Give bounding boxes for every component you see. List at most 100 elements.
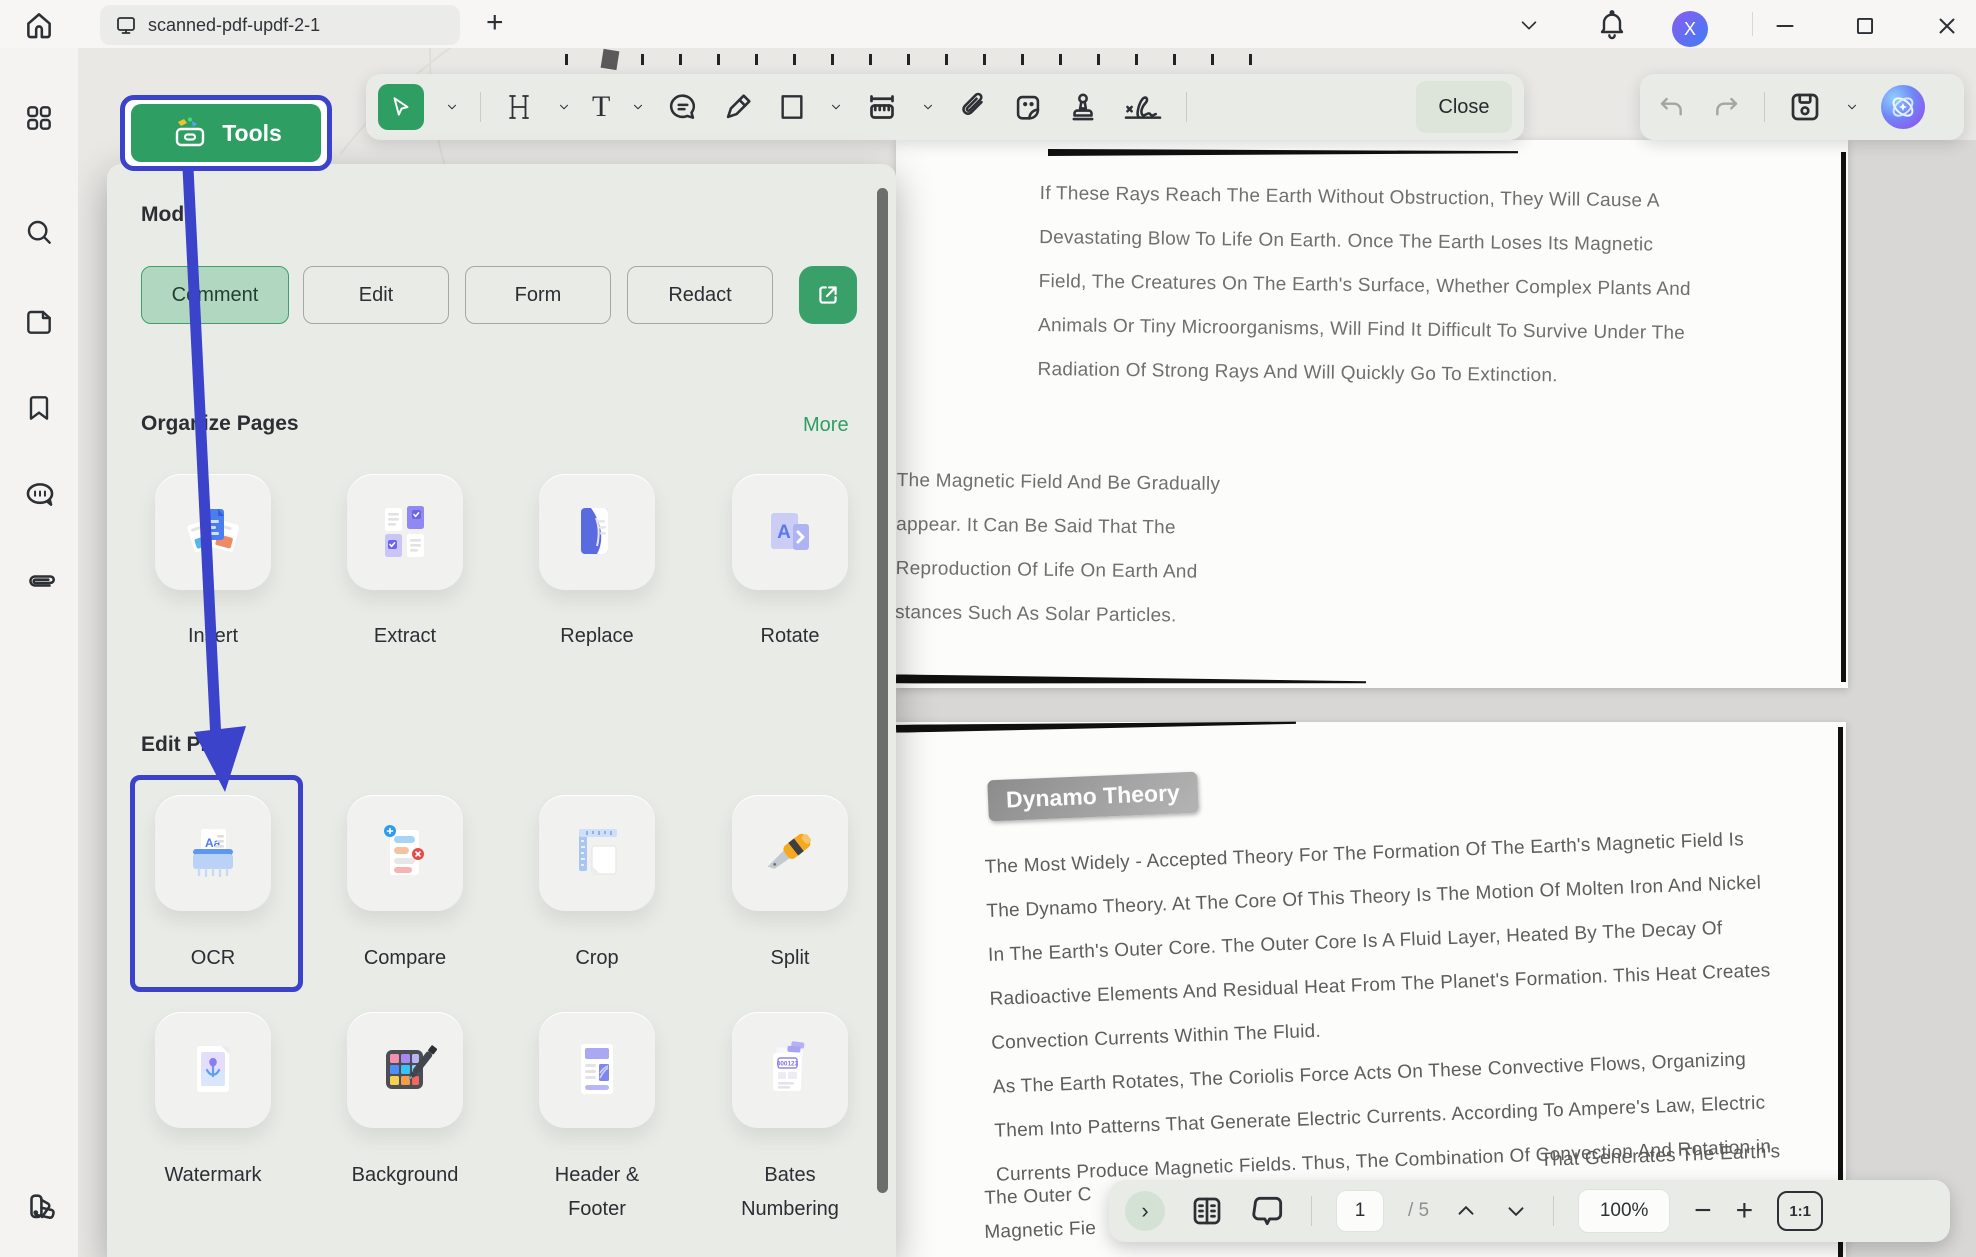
next-page-icon[interactable] [1503, 1198, 1529, 1224]
chevron-down-icon[interactable] [921, 100, 935, 114]
split-icon [758, 821, 822, 885]
organize-section-title: Organize Pages [141, 412, 299, 436]
mode-redact-button[interactable]: Redact [627, 266, 773, 324]
tile-header-footer[interactable] [539, 1012, 655, 1128]
divider [1311, 1196, 1312, 1226]
header-footer-icon [565, 1038, 629, 1102]
heading-tool-button[interactable] [502, 90, 536, 124]
text-tool-button[interactable]: T [592, 90, 610, 124]
mode-section-title: Mode [141, 203, 196, 227]
mode-form-button[interactable]: Form [465, 266, 611, 324]
close-window-icon[interactable] [1934, 13, 1960, 39]
signature-tool-icon[interactable] [1121, 90, 1165, 124]
open-in-new-window-button[interactable] [799, 266, 857, 324]
svg-text:A: A [777, 522, 791, 543]
brand-swatch-icon[interactable] [23, 1190, 57, 1224]
tile-rotate[interactable]: A [732, 474, 848, 590]
comments-icon[interactable] [23, 478, 57, 512]
bookmark-icon[interactable] [23, 392, 55, 424]
shape-tool-icon[interactable] [776, 91, 808, 123]
tile-label: BatesNumbering [712, 1158, 868, 1226]
chevron-down-icon[interactable] [1845, 100, 1859, 114]
previous-page-icon[interactable] [1453, 1198, 1479, 1224]
tools-panel: Mode Comment Edit Form Redact Organize P… [107, 164, 896, 1257]
chevron-down-icon[interactable] [829, 100, 843, 114]
page2-clipped-text: The Outer C [984, 1184, 1092, 1210]
attachments-icon[interactable] [23, 566, 57, 600]
page-number-input[interactable]: 1 [1336, 1190, 1384, 1232]
notification-bell-icon[interactable] [1596, 8, 1628, 40]
chevron-down-icon[interactable] [557, 100, 571, 114]
select-tool-button[interactable] [378, 84, 424, 130]
divider [1752, 12, 1753, 36]
zoom-level-button[interactable]: 100% [1578, 1189, 1670, 1233]
zoom-out-button[interactable]: − [1694, 1194, 1712, 1228]
chevron-down-icon[interactable] [631, 100, 645, 114]
sticker-tool-icon[interactable] [1011, 90, 1045, 124]
tile-label: Background [327, 1158, 483, 1192]
main-toolbar: T Close [366, 74, 1524, 140]
bates-numbering-icon: 000123 [758, 1038, 822, 1102]
tile-label: Replace [519, 619, 675, 653]
mode-comment-button[interactable]: Comment [141, 266, 289, 324]
stamp-tool-icon[interactable] [1066, 90, 1100, 124]
maximize-icon[interactable] [1852, 13, 1878, 39]
compare-icon [373, 821, 437, 885]
tile-label: Watermark [135, 1158, 291, 1192]
close-toolbar-button[interactable]: Close [1416, 81, 1512, 133]
ai-swirl-icon [1888, 92, 1918, 122]
save-icon[interactable] [1787, 89, 1823, 125]
page2-clipped-text: Magnetic Fie [984, 1218, 1097, 1244]
minimize-icon[interactable] [1772, 13, 1798, 39]
chevron-down-icon[interactable] [445, 100, 459, 114]
cursor-arrow-icon [388, 94, 414, 120]
attachment-tool-icon[interactable] [956, 90, 990, 124]
pages-icon[interactable] [23, 304, 55, 336]
watermark-icon [181, 1038, 245, 1102]
pencil-tool-icon[interactable] [721, 90, 755, 124]
divider [1186, 92, 1187, 122]
apps-grid-icon[interactable] [23, 102, 55, 134]
tile-background[interactable] [347, 1012, 463, 1128]
document-tab[interactable]: scanned-pdf-updf-2-1 [100, 5, 460, 45]
tile-split[interactable] [732, 795, 848, 911]
tile-compare[interactable] [347, 795, 463, 911]
redo-icon[interactable] [1710, 91, 1742, 123]
panel-scrollbar[interactable] [877, 188, 888, 1193]
measure-tool-icon[interactable] [864, 89, 900, 125]
tile-watermark[interactable] [155, 1012, 271, 1128]
thumbnail-view-icon[interactable] [1189, 1193, 1225, 1229]
ai-assistant-button[interactable] [1881, 85, 1925, 129]
tile-label: Extract [327, 619, 483, 653]
search-icon[interactable] [23, 216, 55, 248]
tile-label: Split [712, 941, 868, 975]
chevron-down-icon[interactable] [1518, 14, 1540, 36]
new-tab-button[interactable]: + [486, 6, 504, 40]
tile-insert[interactable] [155, 474, 271, 590]
background-icon [373, 1038, 437, 1102]
tools-button[interactable]: Tools [131, 104, 321, 162]
tile-bates-numbering[interactable]: 000123 [732, 1012, 848, 1128]
comment-tool-icon[interactable] [666, 90, 700, 124]
undo-icon[interactable] [1656, 91, 1688, 123]
extract-icon [373, 500, 437, 564]
tile-replace[interactable] [539, 474, 655, 590]
expand-panel-button[interactable]: › [1125, 1191, 1165, 1231]
presentation-mode-icon[interactable] [1249, 1192, 1287, 1230]
actual-size-button[interactable]: 1:1 [1777, 1191, 1823, 1231]
scan-edge [1838, 727, 1843, 1257]
edit-section-title: Edit PDF [141, 733, 229, 757]
zoom-in-button[interactable]: + [1736, 1194, 1754, 1228]
avatar[interactable]: X [1672, 11, 1708, 47]
home-icon[interactable] [22, 8, 56, 42]
scan-edge-ticks [565, 54, 1258, 65]
scan-edge [1048, 149, 1518, 156]
tile-crop[interactable] [539, 795, 655, 911]
mode-edit-button[interactable]: Edit [303, 266, 449, 324]
external-link-icon [815, 282, 841, 308]
organize-more-link[interactable]: More [803, 414, 849, 437]
heading-icon [502, 90, 536, 124]
tile-extract[interactable] [347, 474, 463, 590]
monitor-icon [114, 13, 138, 37]
replace-icon [565, 500, 629, 564]
